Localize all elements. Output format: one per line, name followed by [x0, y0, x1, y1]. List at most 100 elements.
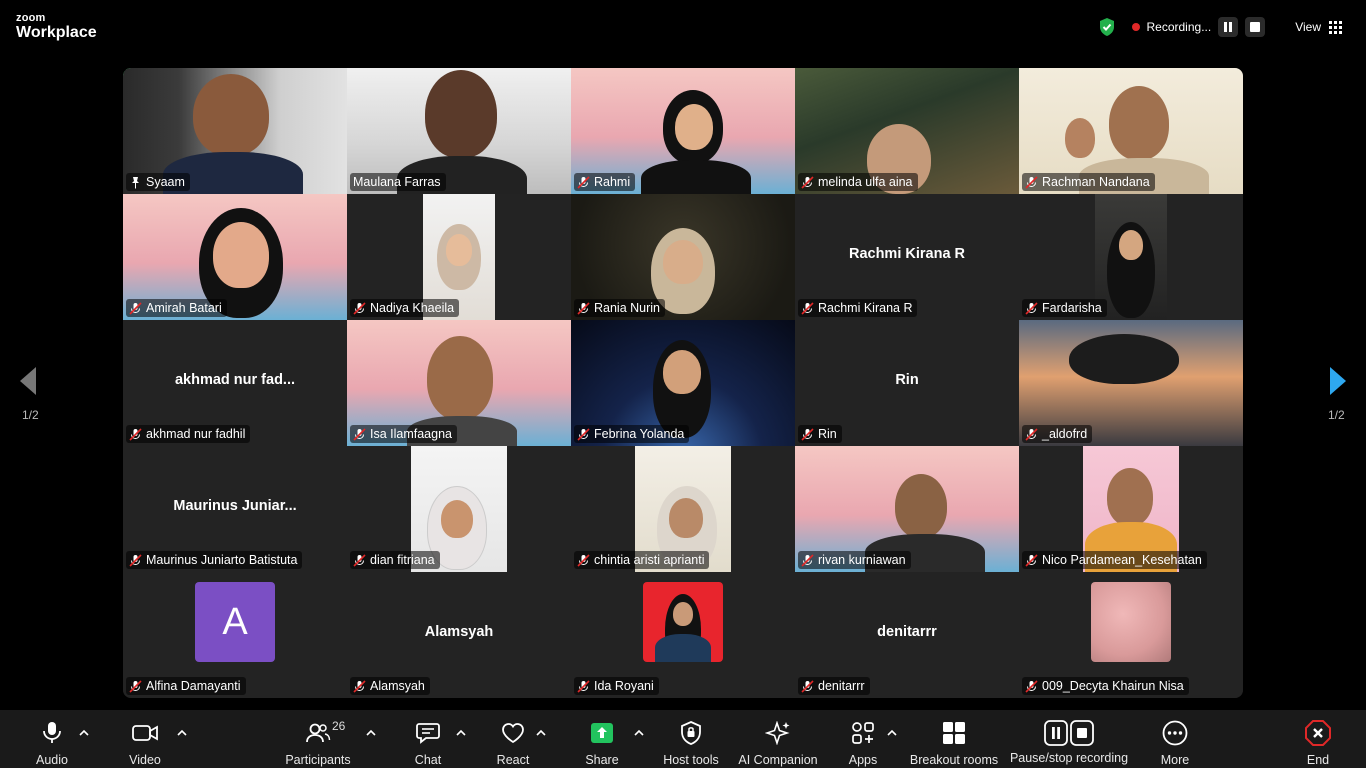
- participant-tile-alamsyah[interactable]: Alamsyah Alamsyah: [347, 572, 571, 698]
- participants-button[interactable]: 26 Participants: [284, 710, 352, 768]
- meeting-toolbar: Audio Video 26 Participants Chat React S…: [0, 710, 1366, 768]
- apps-options-chevron-icon[interactable]: [885, 728, 899, 738]
- name-tag: denitarrr: [798, 677, 870, 695]
- name-tag: Rin: [798, 425, 842, 443]
- audio-options-chevron-icon[interactable]: [77, 728, 91, 738]
- participants-options-chevron-icon[interactable]: [364, 728, 378, 738]
- more-button[interactable]: More: [1154, 710, 1196, 768]
- participant-face: [1109, 86, 1169, 160]
- participant-tile-isa[interactable]: Isa Ilamfaagna: [347, 320, 571, 446]
- share-options-chevron-icon[interactable]: [632, 728, 646, 738]
- participant-tile-ida[interactable]: Ida Royani: [571, 572, 795, 698]
- view-button[interactable]: View: [1295, 20, 1342, 34]
- next-page-arrow-icon[interactable]: [1328, 366, 1348, 396]
- page-indicator-right: 1/2: [1328, 408, 1345, 422]
- participant-tile-amirah[interactable]: Amirah Batari: [123, 194, 347, 320]
- participant-tile-rahmi[interactable]: Rahmi: [571, 68, 795, 194]
- name-tag: Alfina Damayanti: [126, 677, 246, 695]
- participant-name: Nadiya Khaeila: [370, 301, 455, 315]
- muted-mic-icon: [1025, 301, 1038, 315]
- logo-line2: Workplace: [16, 24, 97, 41]
- host-tools-shield-icon: [681, 721, 701, 745]
- pause-recording-button[interactable]: [1218, 17, 1239, 37]
- participant-tile-denitarrr[interactable]: denitarrr denitarrr: [795, 572, 1019, 698]
- name-tag: chintia aristi aprianti: [574, 551, 710, 569]
- share-label: Share: [585, 753, 619, 767]
- ai-companion-sparkle-icon: [765, 721, 790, 745]
- microphone-icon: [43, 722, 61, 743]
- participant-name: dian fitriana: [370, 553, 435, 567]
- name-tag: rivan kurniawan: [798, 551, 911, 569]
- video-button[interactable]: Video: [124, 710, 166, 768]
- participant-name: Syaam: [146, 175, 185, 189]
- participant-display-name: Maurinus Juniar...: [173, 498, 297, 514]
- participant-name: 009_Decyta Khairun Nisa: [1042, 679, 1184, 693]
- participant-tile-rivan[interactable]: rivan kurniawan: [795, 446, 1019, 572]
- participant-face: [446, 234, 472, 266]
- share-button[interactable]: Share: [582, 710, 622, 768]
- encryption-shield-icon[interactable]: [1098, 17, 1116, 37]
- participant-tile-fardarisha[interactable]: Fardarisha: [1019, 194, 1243, 320]
- muted-mic-icon: [1025, 175, 1038, 189]
- apps-button[interactable]: Apps: [846, 710, 880, 768]
- participant-name: chintia aristi aprianti: [594, 553, 705, 567]
- breakout-rooms-button[interactable]: Breakout rooms: [908, 710, 1000, 768]
- avatar-letter: A: [222, 600, 248, 643]
- participant-tile-akhmad[interactable]: akhmad nur fad... akhmad nur fadhil: [123, 320, 347, 446]
- participant-name: _aldofrd: [1042, 427, 1088, 441]
- participant-tile-chintia[interactable]: chintia aristi aprianti: [571, 446, 795, 572]
- grid-view-icon: [1329, 20, 1342, 34]
- name-tag: akhmad nur fadhil: [126, 425, 251, 443]
- participant-face: [1107, 468, 1153, 526]
- muted-mic-icon: [1025, 553, 1038, 567]
- participant-tile-melinda[interactable]: melinda ulfa aina: [795, 68, 1019, 194]
- heart-icon: [502, 723, 524, 744]
- recording-indicator: Recording...: [1131, 17, 1266, 37]
- avatar: A: [195, 582, 275, 662]
- participant-name: Alamsyah: [370, 679, 425, 693]
- react-button[interactable]: React: [494, 710, 532, 768]
- gallery-grid: Syaam Maulana Farras Rahmi melinda ulfa …: [123, 68, 1243, 698]
- participant-tile-febrina[interactable]: Febrina Yolanda: [571, 320, 795, 446]
- video-options-chevron-icon[interactable]: [175, 728, 189, 738]
- host-tools-button[interactable]: Host tools: [662, 710, 720, 768]
- participant-hand: [1065, 118, 1095, 158]
- muted-mic-icon: [129, 427, 142, 441]
- participant-tile-rin[interactable]: Rin Rin: [795, 320, 1019, 446]
- ai-companion-button[interactable]: AI Companion: [738, 710, 818, 768]
- avatar: [643, 582, 723, 662]
- participant-tile-nadiya[interactable]: Nadiya Khaeila: [347, 194, 571, 320]
- participant-tile-rachmi-kirana[interactable]: Rachmi Kirana R Rachmi Kirana R: [795, 194, 1019, 320]
- background-silhouette: [1069, 334, 1179, 384]
- end-meeting-button[interactable]: End: [1298, 710, 1338, 768]
- previous-page-arrow-icon[interactable]: [18, 366, 38, 396]
- participant-tile-alfina[interactable]: A Alfina Damayanti: [123, 572, 347, 698]
- more-ellipsis-icon: [1162, 720, 1188, 746]
- participant-tile-maurinus[interactable]: Maurinus Juniar... Maurinus Juniarto Bat…: [123, 446, 347, 572]
- stop-recording-button[interactable]: [1245, 17, 1266, 37]
- participant-tile-decyta[interactable]: 009_Decyta Khairun Nisa: [1019, 572, 1243, 698]
- participant-tile-nico[interactable]: Nico Pardamean_Kesehatan: [1019, 446, 1243, 572]
- participant-display-name: Alamsyah: [424, 624, 494, 640]
- audio-button[interactable]: Audio: [30, 710, 74, 768]
- chat-button[interactable]: Chat: [410, 710, 446, 768]
- react-options-chevron-icon[interactable]: [534, 728, 548, 738]
- participant-name: Ida Royani: [594, 679, 654, 693]
- muted-mic-icon: [801, 553, 814, 567]
- participant-tile-syaam[interactable]: Syaam: [123, 68, 347, 194]
- participant-tile-aldofrd[interactable]: _aldofrd: [1019, 320, 1243, 446]
- participant-tile-rachman[interactable]: Rachman Nandana: [1019, 68, 1243, 194]
- audio-label: Audio: [36, 753, 68, 767]
- page-indicator-left: 1/2: [22, 408, 39, 422]
- view-label: View: [1295, 20, 1321, 34]
- participant-tile-rania[interactable]: Rania Nurin: [571, 194, 795, 320]
- participant-face: [193, 74, 269, 156]
- participant-tile-maulana[interactable]: Maulana Farras: [347, 68, 571, 194]
- muted-mic-icon: [577, 301, 590, 315]
- chat-options-chevron-icon[interactable]: [454, 728, 468, 738]
- name-tag: Syaam: [126, 173, 190, 191]
- participant-tile-dian[interactable]: dian fitriana: [347, 446, 571, 572]
- participant-face: [675, 104, 713, 150]
- pause-stop-recording-button[interactable]: Pause/stop recording: [1010, 710, 1128, 768]
- ai-companion-label: AI Companion: [738, 753, 818, 767]
